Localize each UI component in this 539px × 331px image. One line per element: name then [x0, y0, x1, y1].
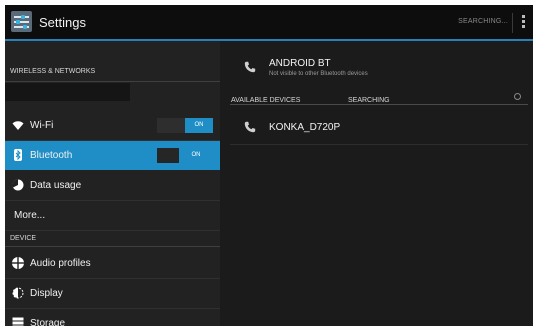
sidebar-item-data-usage[interactable]: Data usage [5, 171, 220, 201]
sidebar-item-storage[interactable]: Storage [5, 309, 220, 326]
sidebar-item-label: Data usage [30, 180, 82, 191]
action-bar: Settings SEARCHING... [5, 5, 533, 41]
overflow-menu-icon[interactable] [522, 15, 526, 31]
sidebar-item-wifi[interactable]: Wi-Fi ON [5, 111, 220, 141]
section-header-device: DEVICE [5, 231, 220, 247]
device-name: ANDROID BT [269, 58, 331, 69]
found-device-name: KONKA_D720P [269, 122, 341, 133]
sidebar-item-label: Storage [30, 318, 66, 326]
searching-button[interactable]: SEARCHING... [458, 18, 508, 25]
storage-icon [12, 317, 24, 326]
section-header-wireless: WIRELESS & NETWORKS [5, 41, 220, 82]
audio-profiles-icon [12, 257, 24, 269]
toggle-on-label: ON [179, 148, 213, 163]
hidden-row [5, 83, 130, 101]
divider [230, 144, 528, 145]
sidebar-item-audio-profiles[interactable]: Audio profiles [5, 249, 220, 279]
data-usage-icon [12, 179, 24, 191]
sidebar-item-label: Wi-Fi [30, 120, 54, 131]
sidebar-item-label: Bluetooth [30, 150, 73, 161]
wifi-icon [12, 121, 24, 130]
sidebar-item-label: Audio profiles [30, 258, 91, 269]
searching-label: SEARCHING [348, 97, 390, 104]
sidebar-item-more[interactable]: More... [5, 201, 220, 231]
settings-app-icon[interactable] [11, 11, 32, 32]
phone-icon [244, 61, 256, 73]
action-bar-divider [512, 13, 513, 33]
bluetooth-detail-pane: ANDROID BT Not visible to other Bluetoot… [222, 41, 533, 326]
progress-spinner-icon [514, 93, 521, 100]
settings-window: Settings SEARCHING... WIRELESS & NETWORK… [5, 5, 533, 326]
settings-list: WIRELESS & NETWORKS Wi-Fi ON Bluetooth O… [5, 41, 220, 326]
available-devices-header: AVAILABLE DEVICES [231, 97, 301, 104]
display-icon [12, 287, 24, 299]
sidebar-item-label: More... [14, 210, 46, 221]
wifi-toggle[interactable]: ON [157, 118, 213, 133]
device-visibility-status: Not visible to other Bluetooth devices [269, 71, 368, 77]
divider [230, 104, 528, 105]
sidebar-item-display[interactable]: Display [5, 279, 220, 309]
sidebar-item-label: Display [30, 288, 63, 299]
toggle-on-label: ON [185, 118, 213, 133]
phone-icon [244, 121, 256, 133]
page-title: Settings [39, 15, 86, 30]
bluetooth-icon [14, 149, 22, 161]
sidebar-item-bluetooth[interactable]: Bluetooth ON [5, 141, 220, 170]
bluetooth-toggle[interactable]: ON [157, 148, 213, 163]
